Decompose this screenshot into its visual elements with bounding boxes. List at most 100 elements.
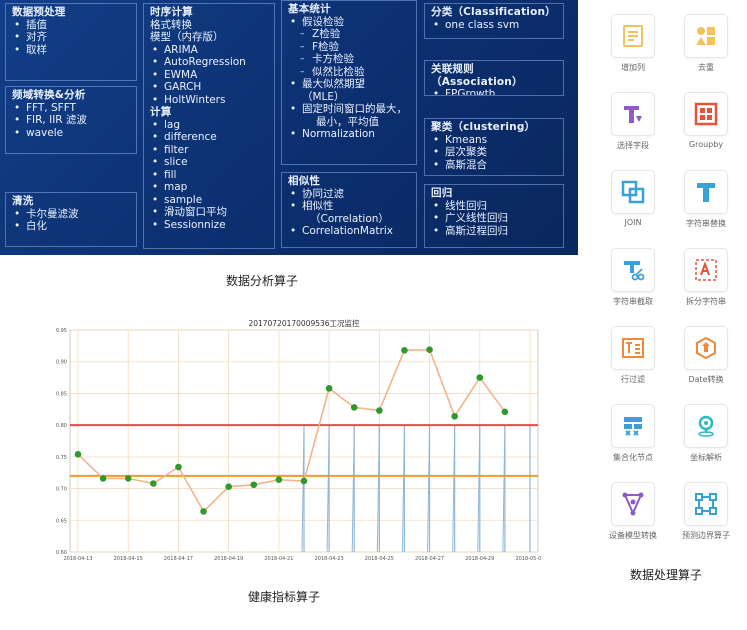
operator-add-column[interactable]: 增加列 [598, 8, 668, 84]
operator-label: 增加列 [621, 63, 645, 72]
operator-dedupe[interactable]: 去重 [671, 8, 741, 84]
data-point [200, 508, 207, 515]
operator-join[interactable]: JOIN [598, 164, 668, 240]
y-tick-label: 0.75 [56, 455, 67, 461]
data-point [225, 483, 232, 490]
operator-tile[interactable] [684, 248, 728, 292]
list-item: Kmeans [431, 134, 559, 147]
list-item: 似然比检验 [288, 66, 412, 79]
x-tick-label: 2018-04-25 [365, 556, 394, 562]
row-filter-icon [622, 338, 644, 358]
operator-tile[interactable] [611, 482, 655, 526]
list-item: F检验 [288, 41, 412, 54]
list-item: AutoRegression [150, 56, 270, 69]
operator-tile[interactable] [684, 404, 728, 448]
list-item: 取样 [12, 44, 132, 57]
operator-tile[interactable] [611, 92, 655, 136]
y-tick-label: 0.85 [56, 391, 67, 397]
operator-label: 预测边界算子 [682, 531, 730, 540]
operator-label: 坐标解析 [690, 453, 722, 462]
list-item: fill [150, 169, 270, 182]
operator-tile[interactable] [684, 14, 728, 58]
operator-tile[interactable] [684, 170, 728, 214]
list-item: 对齐 [12, 31, 132, 44]
list-item: 最大似然期望 [288, 78, 412, 91]
operator-boundary[interactable]: 预测边界算子 [671, 476, 741, 552]
block-title: 聚类（clustering） [431, 121, 536, 133]
operator-tile[interactable] [611, 14, 655, 58]
x-tick-label: 2018-04-17 [164, 556, 193, 562]
operator-text-replace[interactable]: 字符串替换 [671, 164, 741, 240]
data-point [476, 374, 484, 381]
list-item: 卡尔曼滤波 [12, 208, 132, 221]
operator-tile[interactable] [611, 404, 655, 448]
list-item: GARCH [150, 81, 270, 94]
operator-device-model[interactable]: 设备模型转换 [598, 476, 668, 552]
operator-label: 去重 [698, 63, 714, 72]
operator-label: Date转换 [688, 375, 724, 384]
x-tick-label: 2018-04-27 [415, 556, 444, 562]
x-tick-label: 2018-05-01 [515, 556, 542, 562]
operator-tile[interactable] [611, 248, 655, 292]
operator-date-convert[interactable]: Date转换 [671, 320, 741, 396]
list-item: lag [150, 119, 270, 132]
operator-text-cut[interactable]: 字符串截取 [598, 242, 668, 318]
dedupe-icon [696, 27, 715, 45]
list-item: 高斯混合 [431, 159, 559, 172]
operator-label: 拆分字符串 [686, 297, 726, 306]
block-clustering: 聚类（clustering） Kmeans 层次聚类 高斯混合 [424, 118, 564, 176]
block-timeseries: 时序计算 格式转换 模型（内存版） ARIMA AutoRegression E… [143, 3, 275, 249]
block-title: 关联规则（Association） [431, 63, 523, 88]
operator-select-field[interactable]: 选择字段 [598, 86, 668, 162]
data-processing-panel: 增加列 去重选择字段 Groupby JOIN 字符串替换字符串截取 拆分字符串行过滤 Da… [598, 8, 744, 568]
y-tick-label: 0.80 [56, 423, 67, 429]
join-icon [621, 180, 645, 204]
x-tick-label: 2018-04-13 [63, 556, 92, 562]
add-column-icon [623, 25, 643, 47]
x-tick-label: 2018-04-23 [315, 556, 344, 562]
list-item: CorrelationMatrix [288, 225, 412, 238]
operator-groupby[interactable]: Groupby [671, 86, 741, 162]
list-item: 假设检验 [288, 16, 412, 29]
data-point [350, 404, 358, 411]
data-point [376, 407, 383, 414]
caption-analysis: 数据分析算子 [226, 274, 299, 288]
data-point [74, 451, 82, 458]
data-point [401, 346, 408, 354]
chart-title: 20170720170009536工况监控 [248, 318, 360, 328]
list-item: map [150, 181, 270, 194]
operator-tile[interactable] [684, 326, 728, 370]
operator-tile[interactable] [611, 170, 655, 214]
block-similarity: 相似性 协同过滤 相似性 （Correlation） CorrelationMa… [281, 172, 417, 248]
operator-tile[interactable] [611, 326, 655, 370]
operator-label: JOIN [624, 218, 642, 227]
y-tick-label: 0.90 [56, 360, 67, 366]
block-title: 时序计算 [150, 6, 193, 18]
list-item: slice [150, 156, 270, 169]
data-point [99, 475, 107, 482]
list-item: （MLE） [302, 90, 345, 103]
boundary-icon [695, 493, 717, 515]
data-point [250, 481, 258, 489]
operator-coordinate-parse[interactable]: 坐标解析 [671, 398, 741, 474]
data-point [150, 480, 157, 487]
operator-tile[interactable] [684, 92, 728, 136]
block-regression: 回归 线性回归 广义线性回归 高斯过程回归 [424, 184, 564, 248]
operator-collection-node[interactable]: 集合化节点 [598, 398, 668, 474]
block-preprocess: 数据预处理 插值 对齐 取样 [5, 3, 137, 81]
list-item: 固定时间窗口的最大， [288, 103, 412, 116]
block-title: 清洗 [12, 195, 34, 207]
list-item: HoltWinters [150, 94, 270, 107]
operator-tile[interactable] [684, 482, 728, 526]
operator-text-split[interactable]: 拆分字符串 [671, 242, 741, 318]
operator-label: 集合化节点 [613, 453, 653, 462]
data-analysis-panel: 数据预处理 插值 对齐 取样 时序计算 格式转换 模型（内存版） ARIMA A… [0, 0, 578, 255]
list-item: 卡方检验 [288, 53, 412, 66]
list-item: EWMA [150, 69, 270, 82]
block-title: 分类（Classification） [431, 6, 556, 18]
data-point [124, 475, 132, 482]
operator-row-filter[interactable]: 行过滤 [598, 320, 668, 396]
operator-label: 字符串替换 [686, 219, 726, 228]
block-basic-stats: 基本统计 假设检验 Z检验 F检验 卡方检验 似然比检验 最大似然期望 （MLE… [281, 0, 417, 165]
operator-label: 设备模型转换 [609, 531, 657, 540]
